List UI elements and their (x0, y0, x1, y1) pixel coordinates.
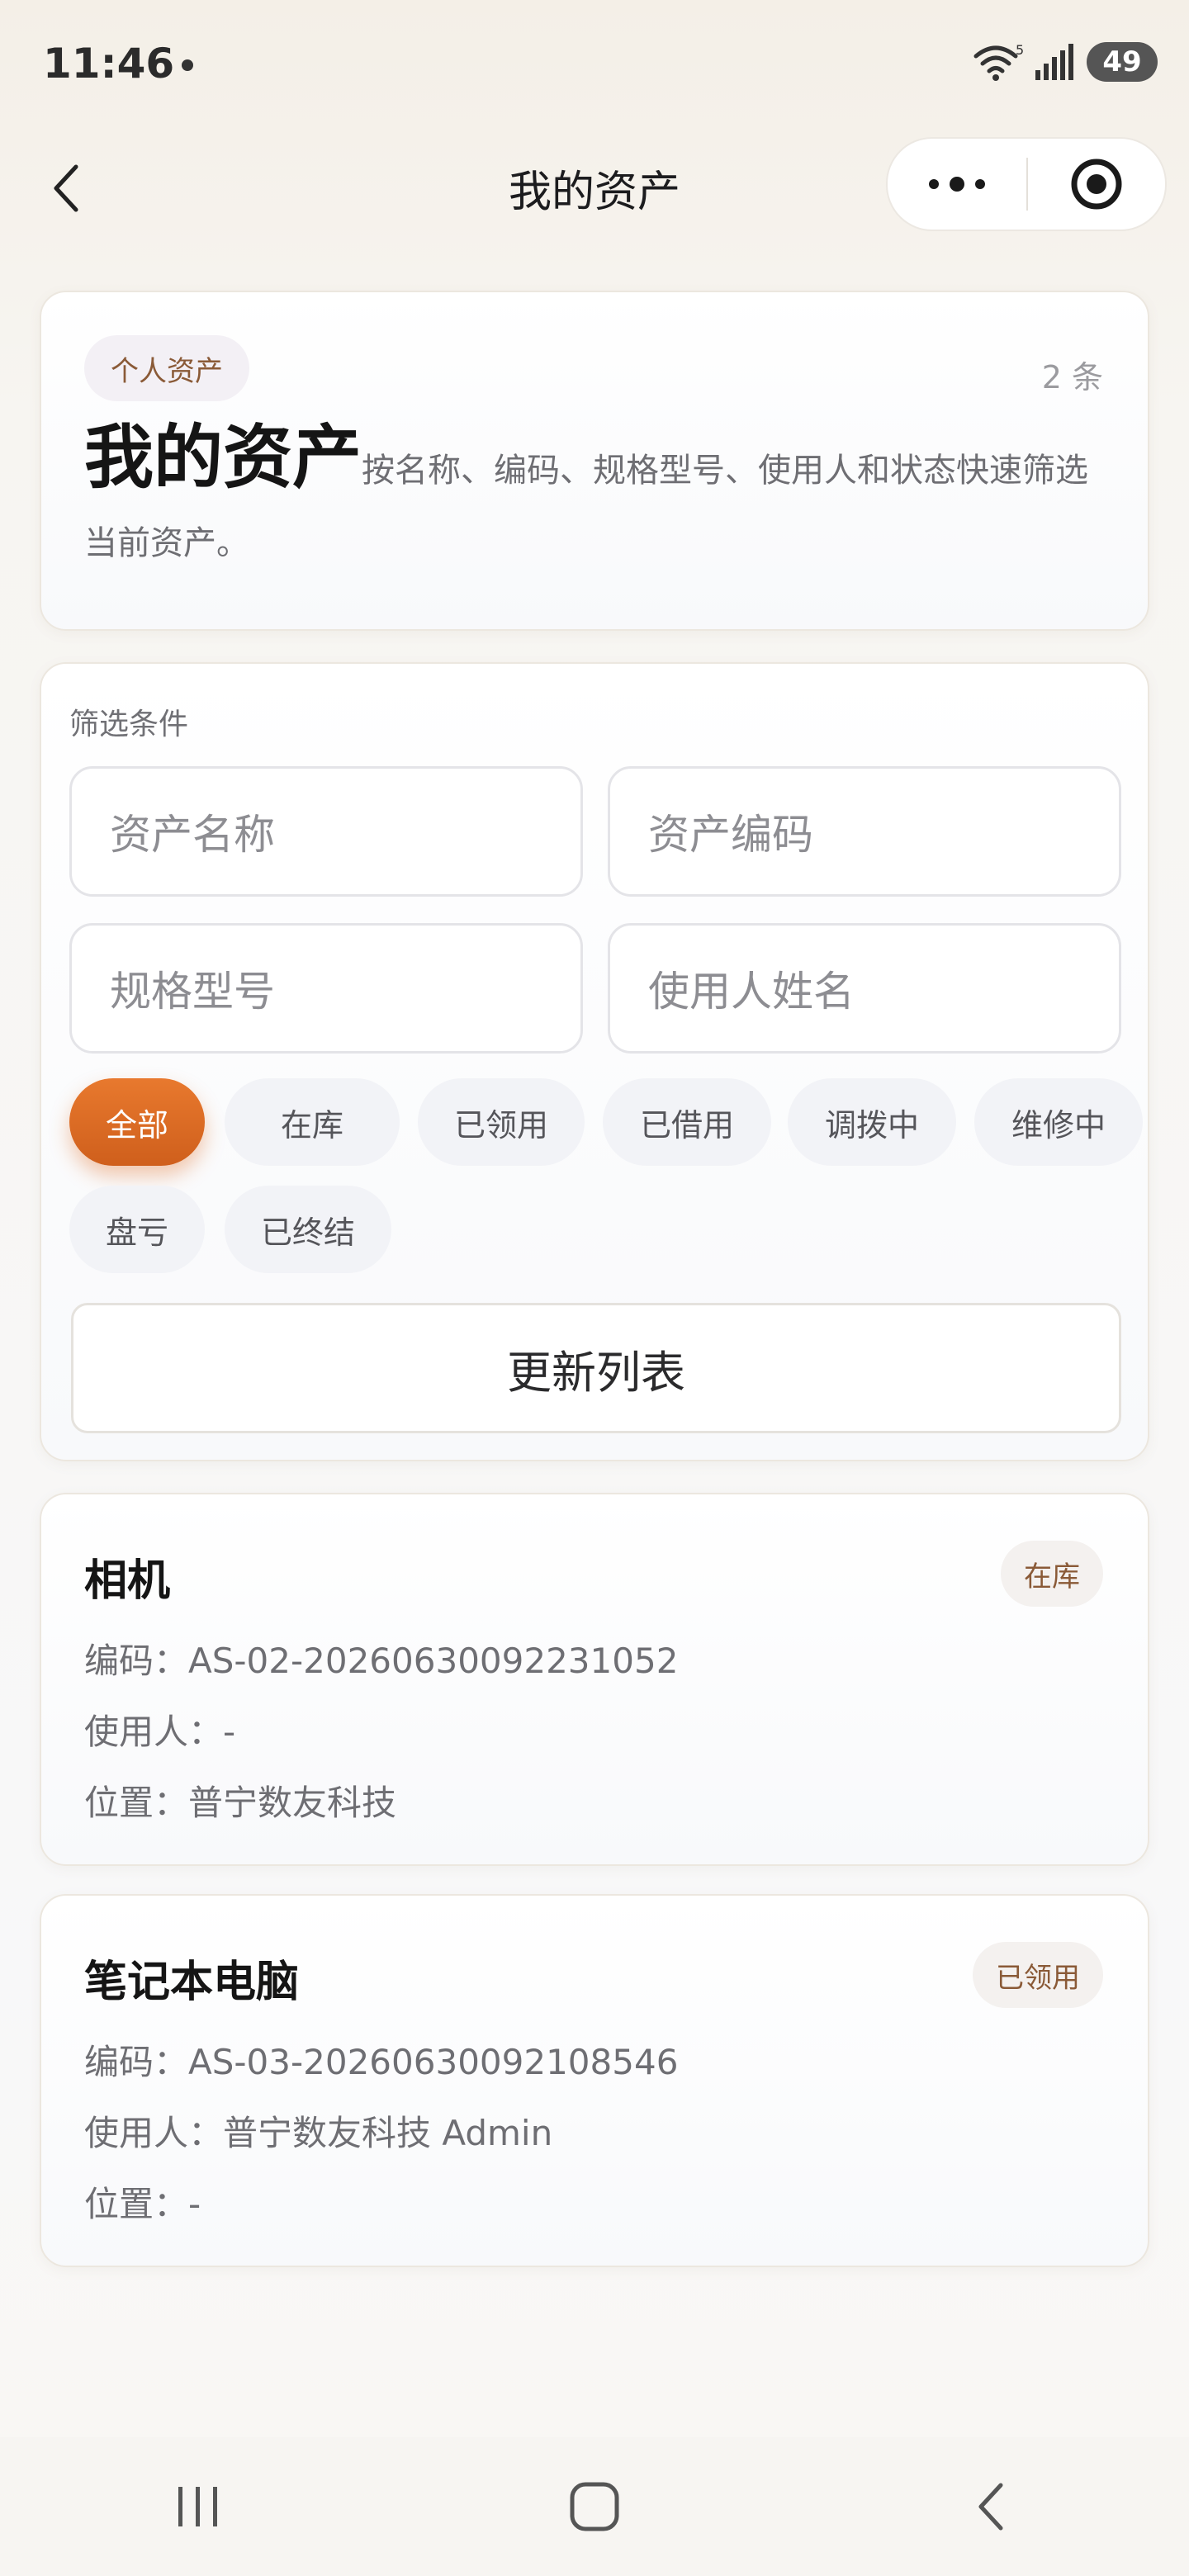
asset-code: 编码：AS-02-20260630092231052 (84, 1641, 679, 1681)
status-chip-repairing[interactable]: 维修中 (974, 1078, 1143, 1166)
asset-card[interactable]: 相机 在库 编码：AS-02-20260630092231052 使用人：- 位… (40, 1493, 1149, 1866)
nav-back-icon (978, 2483, 1003, 2531)
status-chip-transferring[interactable]: 调拨中 (788, 1078, 956, 1166)
asset-location: 位置：普宁数友科技 (84, 1783, 397, 1823)
filter-label: 筛选条件 (69, 708, 189, 741)
asset-location: 位置：- (84, 2184, 201, 2224)
status-chip-borrowed[interactable]: 已借用 (603, 1078, 771, 1166)
more-icon (929, 177, 985, 192)
more-button[interactable] (888, 139, 1026, 230)
asset-name: 相机 (84, 1556, 171, 1606)
recents-icon (178, 2487, 217, 2526)
wifi-icon: 5 (973, 42, 1024, 81)
personal-assets-tag: 个人资产 (84, 335, 249, 401)
status-chip-loss[interactable]: 盘亏 (69, 1186, 205, 1273)
user-name-input[interactable]: 使用人姓名 (608, 923, 1121, 1054)
refresh-list-button[interactable]: 更新列表 (71, 1303, 1121, 1433)
asset-name: 笔记本电脑 (84, 1958, 300, 2007)
hero-title: 我的资产 (84, 417, 362, 498)
asset-name-input[interactable]: 资产名称 (69, 766, 583, 897)
asset-user: 使用人：普宁数友科技 Admin (84, 2113, 553, 2153)
asset-user: 使用人：- (84, 1712, 236, 1752)
status-time: 11:46 (43, 40, 175, 88)
hero-text: 我的资产按名称、编码、规格型号、使用人和状态快速筛选当前资产。 (84, 423, 1116, 583)
svg-text:5: 5 (1016, 42, 1024, 58)
asset-card[interactable]: 笔记本电脑 已领用 编码：AS-03-20260630092108546 使用人… (40, 1894, 1149, 2267)
recents-button[interactable] (149, 2457, 248, 2556)
home-icon (570, 2482, 619, 2531)
system-back-button[interactable] (941, 2457, 1040, 2556)
battery-icon: 49 (1087, 42, 1158, 82)
status-badge: 在库 (1001, 1541, 1103, 1607)
home-button[interactable] (545, 2457, 644, 2556)
summary-card: 个人资产 2 条 我的资产按名称、编码、规格型号、使用人和状态快速筛选当前资产。 (40, 291, 1149, 631)
asset-count: 2 条 (1041, 359, 1103, 395)
asset-code: 编码：AS-03-20260630092108546 (84, 2042, 679, 2082)
close-miniprogram-button[interactable] (1028, 139, 1165, 230)
signal-icon (1035, 44, 1073, 80)
status-chip-all[interactable]: 全部 (69, 1078, 205, 1166)
filter-card: 筛选条件 资产名称 资产编码 规格型号 使用人姓名 全部 在库 已领用 已借用 … (40, 662, 1149, 1461)
spec-model-input[interactable]: 规格型号 (69, 923, 583, 1054)
status-chip-received[interactable]: 已领用 (418, 1078, 585, 1166)
status-chip-terminated[interactable]: 已终结 (225, 1186, 391, 1273)
status-bar: 11:46 5 49 (0, 0, 1189, 132)
back-button[interactable] (41, 155, 91, 221)
nav-bar: 我的资产 (0, 132, 1189, 239)
system-nav-bar (0, 2437, 1189, 2576)
system-icons: 5 49 (973, 41, 1158, 83)
status-chip-in-stock[interactable]: 在库 (225, 1078, 400, 1166)
notification-dot-icon (182, 59, 193, 71)
mini-program-capsule (886, 137, 1167, 231)
target-icon (1071, 159, 1122, 210)
asset-code-input[interactable]: 资产编码 (608, 766, 1121, 897)
status-badge: 已领用 (973, 1942, 1103, 2008)
back-icon (54, 164, 78, 212)
